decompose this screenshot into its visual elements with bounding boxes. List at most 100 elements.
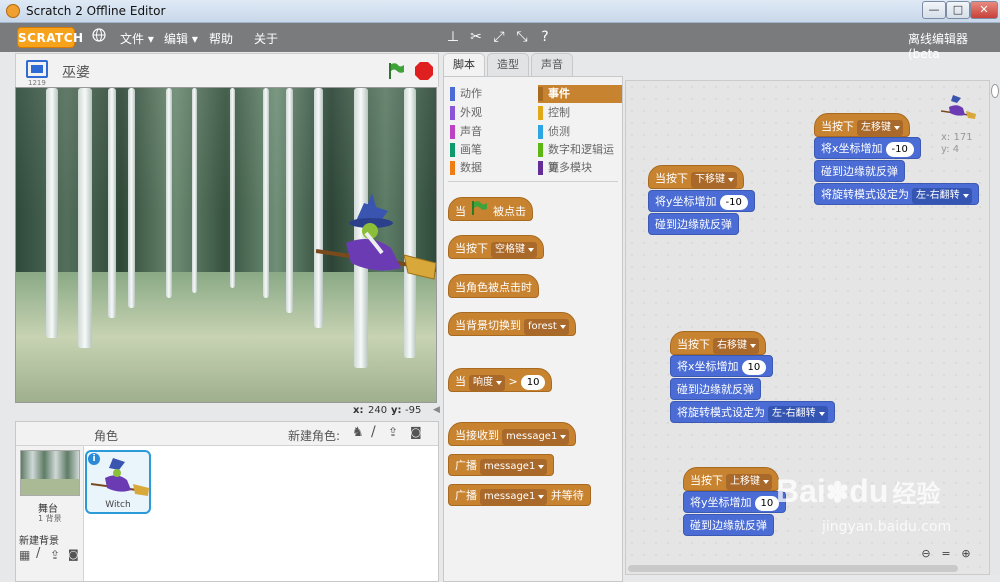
paint-sprite-icon[interactable]: / [371,424,376,440]
script-right-hat[interactable]: 当按下 右移键 [670,331,766,355]
stage-thumbnail[interactable] [20,450,80,496]
key-dropdown[interactable]: 上移键 [726,474,772,490]
upload-sprite-icon[interactable]: ⇪ [388,425,398,439]
zoom-out-icon[interactable]: ⊖ [918,546,934,562]
category-data[interactable]: 数据 [450,159,534,177]
change-y-input[interactable]: -10 [719,195,748,210]
close-button[interactable]: ✕ [970,1,998,19]
globe-icon[interactable] [90,28,108,46]
change-x-input[interactable]: 10 [741,360,767,375]
message-dropdown[interactable]: message1 [480,489,548,505]
sprites-header: 角色 新建角色: ♞ / ⇪ ◙ [16,422,438,446]
category-more-blocks[interactable]: 更多模块 [538,159,622,177]
key-dropdown[interactable]: 下移键 [691,172,737,188]
category-motion[interactable]: 动作 [450,85,534,103]
category-sound[interactable]: 声音 [450,123,534,141]
script-down-hat[interactable]: 当按下 下移键 [648,165,744,189]
duplicate-stamp-icon[interactable]: ⊥ [444,28,462,46]
stage-header: 1219 巫婆 [15,53,439,87]
rotation-dropdown[interactable]: 左-右翻转 [768,406,828,422]
sprite-library-icon[interactable]: ♞ [352,425,364,440]
block-broadcast-and-wait[interactable]: 广播 message1 并等待 [448,484,591,506]
minimize-button[interactable]: — [922,1,946,19]
script-left-hat[interactable]: 当按下 左移键 [814,113,910,137]
grow-icon[interactable]: ⤢ [490,28,508,46]
witch-sprite[interactable] [315,193,436,296]
green-flag-icon[interactable] [386,61,406,84]
zoom-reset-icon[interactable]: = [938,546,954,562]
block-change-x[interactable]: 将x坐标增加 10 [670,355,774,377]
block-bounce[interactable]: 碰到边缘就反弹 [683,514,774,536]
delete-scissors-icon[interactable]: ✂ [467,28,485,46]
tab-scripts[interactable]: 脚本 [443,53,485,76]
block-set-rotation-style[interactable]: 将旋转模式设定为 左-右翻转 [670,401,835,423]
category-events[interactable]: 事件 [538,85,622,103]
block-set-rotation-style[interactable]: 将旋转模式设定为 左-右翻转 [814,183,979,205]
paint-backdrop-icon[interactable]: / [36,546,40,561]
block-bounce[interactable]: 碰到边缘就反弹 [670,378,761,400]
scripts-area[interactable]: x: 171 y: 4 当按下 下移键 将y坐标增加 -10 碰到边缘就反弹 当按下… [625,80,990,575]
block-bounce[interactable]: 碰到边缘就反弹 [814,160,905,182]
tab-costumes[interactable]: 造型 [487,53,529,76]
key-dropdown[interactable]: 右移键 [713,338,759,354]
watermark-url: jingyan.baidu.com [822,519,952,535]
category-operators[interactable]: 数字和逻辑运算 [538,141,624,174]
rotation-dropdown[interactable]: 左-右翻转 [912,188,972,204]
maximize-button[interactable]: □ [946,1,970,19]
backdrop-dropdown[interactable]: forest [524,319,569,335]
message-dropdown[interactable]: message1 [480,459,548,475]
app-logo-icon [6,4,20,18]
block-change-y[interactable]: 将y坐标增加 10 [683,491,787,513]
help-icon[interactable]: ? [536,28,554,46]
category-sensing[interactable]: 侦测 [538,123,622,141]
window-titlebar: Scratch 2 Offline Editor — □ ✕ [0,0,1000,23]
block-change-y[interactable]: 将y坐标增加 -10 [648,190,755,212]
block-bounce[interactable]: 碰到边缘就反弹 [648,213,739,235]
camera-sprite-icon[interactable]: ◙ [410,425,422,439]
script-up-hat[interactable]: 当按下 上移键 [683,467,779,491]
menu-help[interactable]: 帮助 [209,30,233,47]
block-when-flag-clicked[interactable]: 当 被点击 [448,197,533,221]
sprite-x-readout: x: 171 [941,132,973,143]
block-when-sprite-clicked[interactable]: 当角色被点击时 [448,274,539,298]
stage-canvas[interactable] [15,87,437,403]
tree-trunk [166,88,172,298]
backdrop-count: 1 背景 [38,514,62,523]
upload-backdrop-icon[interactable]: ⇪ [50,548,60,562]
scripts-horizontal-scrollbar[interactable] [628,565,958,572]
block-broadcast[interactable]: 广播 message1 [448,454,555,476]
fullscreen-icon[interactable] [26,60,48,78]
block-when-backdrop-switches[interactable]: 当背景切换到 forest [448,312,576,336]
menu-file[interactable]: 文件 ▾ [120,30,154,47]
stop-icon[interactable] [414,61,434,84]
sensor-dropdown[interactable]: 响度 [469,375,505,391]
camera-backdrop-icon[interactable]: ◙ [68,548,79,561]
key-dropdown[interactable]: 左移键 [857,120,903,136]
tree-trunk [108,88,116,318]
menu-edit[interactable]: 编辑 ▾ [164,30,198,47]
zoom-in-icon[interactable]: ⊕ [958,546,974,562]
block-when-key-pressed[interactable]: 当按下 空格键 [448,235,544,259]
change-x-input[interactable]: -10 [885,142,914,157]
sprite-tile[interactable]: i Witch [85,450,151,514]
tab-sounds[interactable]: 声音 [531,53,573,76]
category-pen[interactable]: 画笔 [450,141,534,159]
divider [448,181,618,182]
block-change-x[interactable]: 将x坐标增加 -10 [814,137,921,159]
collapse-arrow-icon[interactable]: ◀ [433,405,440,415]
shrink-icon[interactable]: ⤡ [513,28,531,46]
tree-trunk [192,88,197,293]
key-dropdown[interactable]: 空格键 [491,242,537,258]
message-dropdown[interactable]: message1 [502,429,570,445]
backdrop-library-icon[interactable]: ▦ [19,548,30,562]
menu-about[interactable]: 关于 [254,30,278,47]
sensor-value-input[interactable]: 10 [520,375,546,390]
category-looks[interactable]: 外观 [450,104,534,122]
block-when-receive[interactable]: 当接收到 message1 [448,422,577,446]
watermark-logo: Bai✽du 经验 [776,473,941,509]
scratch-logo[interactable]: SCRATCH [17,27,83,48]
block-when-sensor-greater[interactable]: 当响度 >10 [448,368,553,392]
scripts-vertical-scrollbar[interactable] [990,80,1000,575]
category-control[interactable]: 控制 [538,104,622,122]
mouse-x-label: x: [353,405,364,416]
